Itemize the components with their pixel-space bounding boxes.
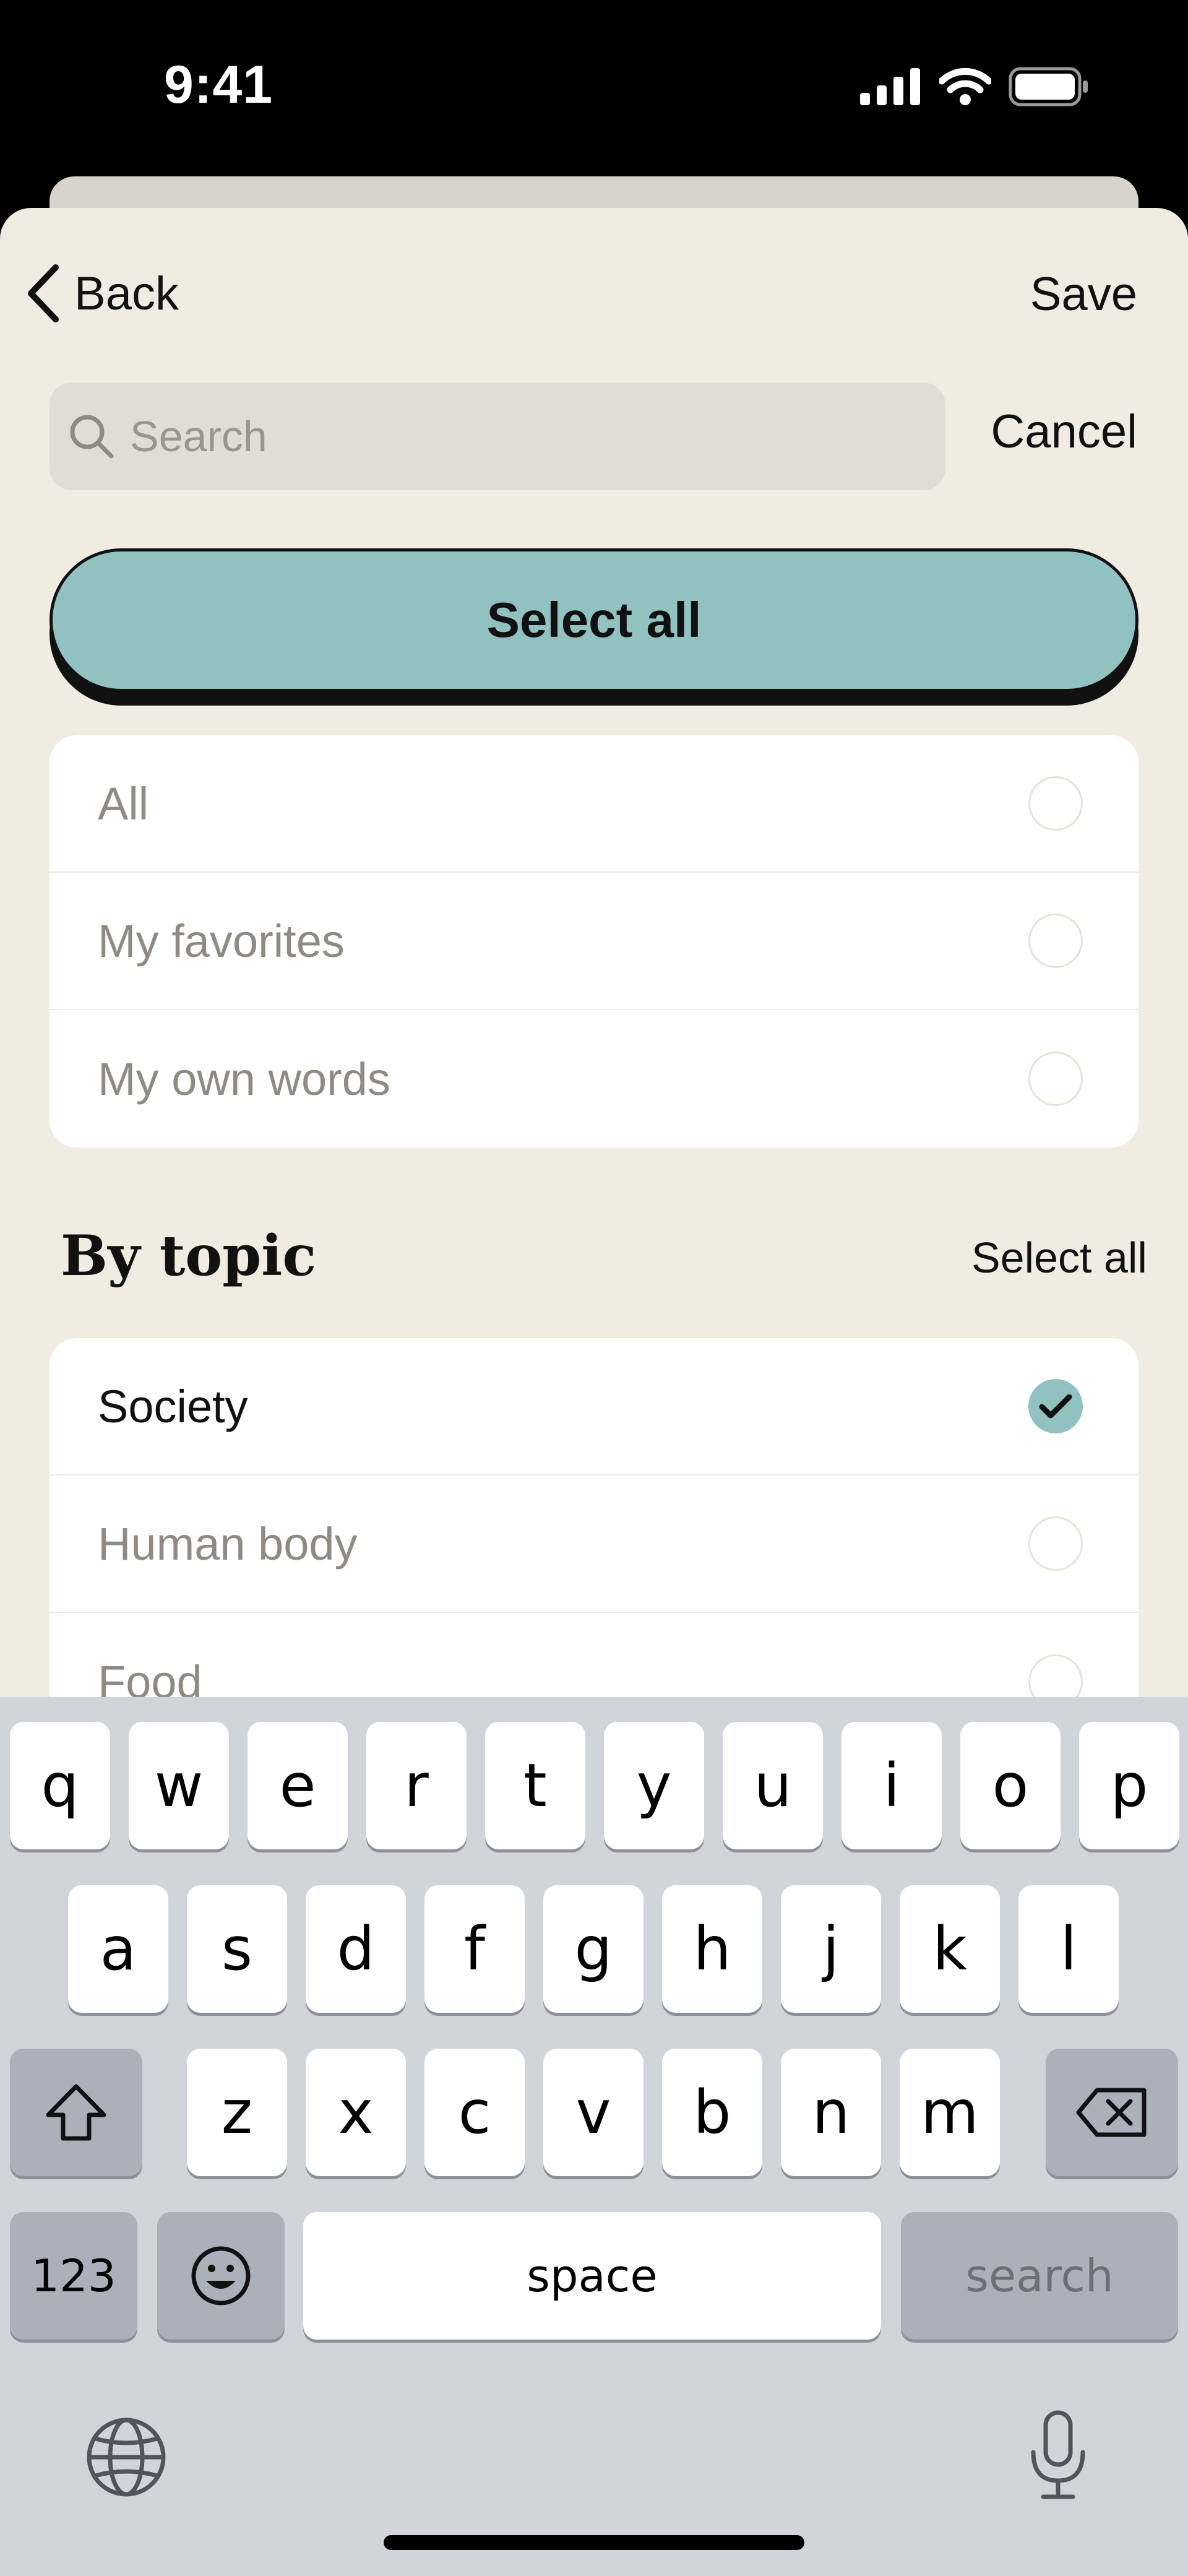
globe-icon [87,2418,166,2497]
search-field[interactable] [50,383,945,490]
radio-unchecked-icon[interactable] [1028,776,1083,831]
cancel-button[interactable]: Cancel [991,405,1137,459]
radio-unchecked-icon[interactable] [1028,1052,1083,1106]
radio-unchecked-icon[interactable] [1028,914,1083,968]
key-e[interactable]: e [248,1722,348,1849]
key-p[interactable]: p [1079,1722,1179,1849]
key-f[interactable]: f [424,1885,525,2013]
battery-icon [1009,67,1088,106]
key-h[interactable]: h [662,1885,762,2013]
key-o[interactable]: o [960,1722,1061,1849]
topic-item-society[interactable]: Society [50,1338,1138,1476]
search-icon [70,415,114,459]
emoji-key[interactable] [157,2212,285,2340]
key-y[interactable]: y [604,1722,704,1849]
key-z[interactable]: z [187,2049,287,2176]
key-g[interactable]: g [543,1885,644,2013]
key-c[interactable]: c [424,2049,525,2176]
filter-label: My own words [98,1053,390,1105]
checkmark-icon[interactable] [1028,1379,1083,1433]
backspace-key[interactable] [1046,2049,1178,2176]
chevron-left-icon [28,264,59,322]
filter-list: All My favorites My own words [50,735,1138,1148]
filter-item-all[interactable]: All [50,735,1138,873]
key-w[interactable]: w [129,1722,229,1849]
key-m[interactable]: m [900,2049,1000,2176]
key-d[interactable]: d [306,1885,406,2013]
key-s[interactable]: s [187,1885,287,2013]
globe-key[interactable] [84,2415,168,2502]
key-l[interactable]: l [1018,1885,1119,2013]
status-icons [860,67,1089,106]
numbers-key[interactable]: 123 [10,2212,137,2340]
home-indicator [384,2535,804,2550]
key-i[interactable]: i [842,1722,942,1849]
emoji-smiley-icon [191,2246,251,2306]
search-input[interactable] [130,412,934,461]
select-all-button[interactable]: Select all [50,548,1138,692]
key-j[interactable]: j [781,1885,881,2013]
key-r[interactable]: r [366,1722,467,1849]
save-button[interactable]: Save [1030,267,1137,321]
cellular-signal-icon [860,68,920,105]
key-v[interactable]: v [543,2049,644,2176]
shift-arrow-icon [46,2084,106,2141]
back-label: Back [74,267,179,320]
shift-key[interactable] [10,2049,142,2176]
check-glyph-icon [1039,1394,1072,1419]
key-q[interactable]: q [10,1722,110,1849]
topic-list: Society Human body Food [50,1338,1138,1750]
topic-label: Society [98,1380,248,1432]
radio-unchecked-icon[interactable] [1028,1516,1083,1571]
key-t[interactable]: t [485,1722,585,1849]
wifi-icon [939,67,991,105]
search-key[interactable]: search [901,2212,1178,2340]
filter-label: My favorites [98,915,345,967]
key-k[interactable]: k [900,1885,1000,2013]
key-x[interactable]: x [306,2049,406,2176]
topic-select-all-button[interactable]: Select all [971,1233,1147,1282]
space-key[interactable]: space [303,2212,881,2340]
key-b[interactable]: b [662,2049,762,2176]
topic-item-human-body[interactable]: Human body [50,1476,1138,1613]
dictation-key[interactable] [1027,2409,1089,2505]
status-bar: 9:41 [0,0,1188,179]
filter-item-my-own-words[interactable]: My own words [50,1010,1138,1148]
filter-item-my-favorites[interactable]: My favorites [50,873,1138,1010]
back-button[interactable]: Back [25,264,179,323]
key-u[interactable]: u [723,1722,823,1849]
filter-label: All [98,777,149,829]
topic-label: Human body [98,1518,358,1570]
key-a[interactable]: a [68,1885,168,2013]
section-title-by-topic: By topic [61,1223,317,1289]
status-time: 9:41 [164,55,273,115]
delete-backspace-icon [1076,2088,1147,2137]
on-screen-keyboard: q w e r t y u i o p a s d f g h j k l z … [0,1697,1188,2576]
key-n[interactable]: n [781,2049,881,2176]
microphone-icon [1031,2410,1085,2499]
